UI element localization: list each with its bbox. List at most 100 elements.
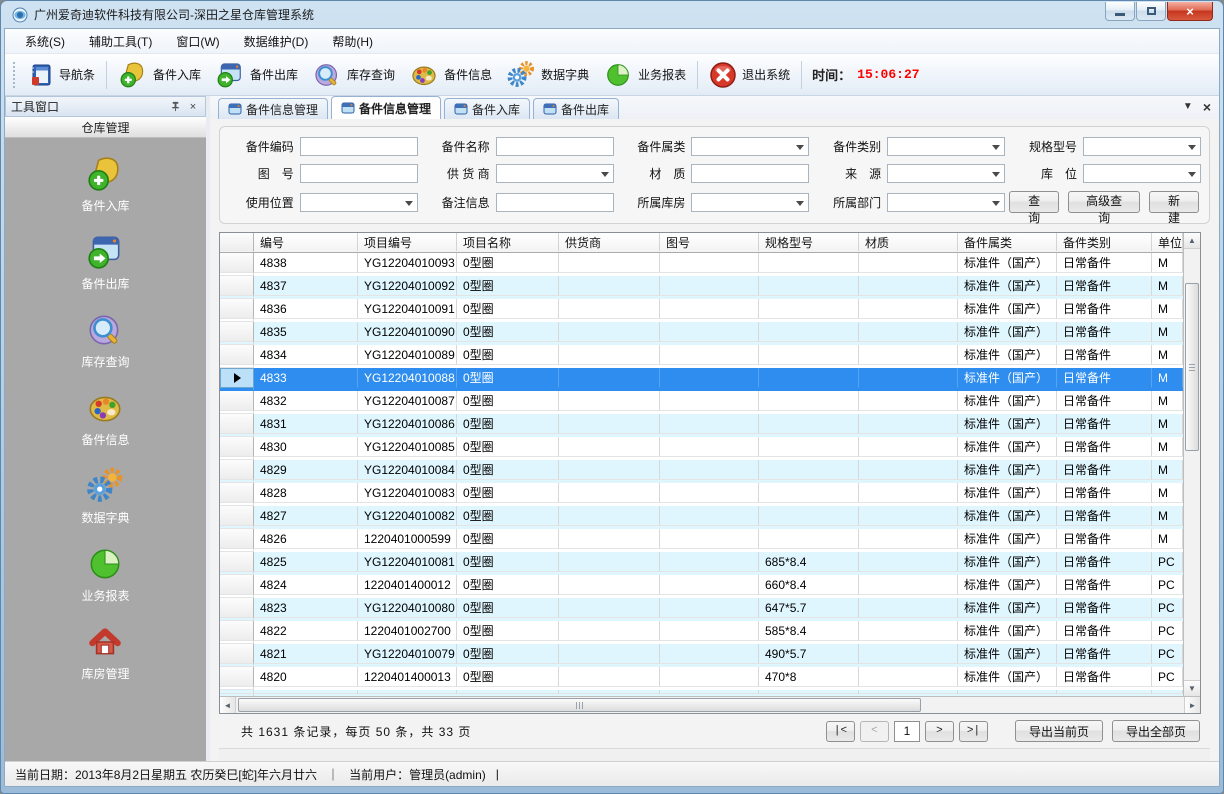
toolbar-button-stock-out[interactable]: 备件出库 (208, 57, 305, 93)
table-row[interactable]: 4821YG122040100790型圈490*5.7标准件（国产）日常备件PC (220, 644, 1183, 667)
grid-column-header[interactable]: 图号 (660, 233, 759, 251)
toolbar-button-stock-in[interactable]: 备件入库 (111, 57, 208, 93)
sidebar-item-stock-in[interactable]: 备件入库 (81, 154, 129, 214)
toolbar-button-parts-info[interactable]: 备件信息 (402, 57, 499, 93)
form-field-select[interactable] (691, 193, 809, 212)
table-row[interactable]: 4836YG122040100910型圈标准件（国产）日常备件M (220, 299, 1183, 322)
sidebar-item-inventory-query[interactable]: 库存查询 (81, 310, 129, 370)
table-row[interactable]: 4828YG122040100830型圈标准件（国产）日常备件M (220, 483, 1183, 506)
sidebar-group-header[interactable]: 仓库管理 (5, 117, 206, 138)
form-field-select[interactable] (887, 137, 1005, 156)
form-field-input[interactable] (300, 137, 418, 156)
table-row[interactable]: 482412204014000120型圈660*8.4标准件（国产）日常备件PC (220, 575, 1183, 598)
table-row[interactable]: 4838YG122040100930型圈标准件（国产）日常备件M (220, 253, 1183, 276)
table-row[interactable]: 4834YG122040100890型圈标准件（国产）日常备件M (220, 345, 1183, 368)
form-button-高级查询[interactable]: 高级查询 (1068, 191, 1140, 213)
form-field-select[interactable] (300, 193, 418, 212)
pin-icon[interactable] (168, 100, 182, 114)
grid-column-header[interactable]: 编号 (254, 233, 358, 251)
form-field-select[interactable] (496, 164, 614, 183)
table-row[interactable]: 4829YG122040100840型圈标准件（国产）日常备件M (220, 460, 1183, 483)
vertical-scrollbar[interactable]: ▲ ▼ (1183, 233, 1200, 696)
grid-column-header[interactable]: 单位 (1152, 233, 1183, 251)
table-row[interactable]: 4830YG122040100850型圈标准件（国产）日常备件M (220, 437, 1183, 460)
form-field-input[interactable] (496, 193, 614, 212)
grid-column-header[interactable]: 供货商 (559, 233, 660, 251)
form-button-查询[interactable]: 查询 (1009, 191, 1059, 213)
table-row[interactable]: 482012204014000130型圈470*8标准件（国产）日常备件PC (220, 667, 1183, 690)
vertical-scroll-thumb[interactable] (1185, 283, 1199, 451)
form-field-select[interactable] (887, 164, 1005, 183)
scroll-left-icon[interactable]: ◄ (220, 697, 236, 713)
toolbar-button-exit[interactable]: 退出系统 (702, 58, 797, 92)
scroll-down-icon[interactable]: ▼ (1184, 680, 1200, 696)
close-button[interactable]: × (1167, 2, 1213, 21)
form-field-select[interactable] (1083, 164, 1201, 183)
grid-column-header[interactable]: 备件属类 (958, 233, 1057, 251)
scroll-up-icon[interactable]: ▲ (1184, 233, 1200, 249)
table-row[interactable]: 482612204010005990型圈标准件（国产）日常备件M (220, 529, 1183, 552)
tabstrip-close-icon[interactable]: × (1203, 100, 1211, 114)
menu-item-2[interactable]: 辅助工具(T) (77, 29, 164, 54)
table-row[interactable]: 4835YG122040100900型圈标准件（国产）日常备件M (220, 322, 1183, 345)
minimize-button[interactable] (1105, 2, 1135, 21)
table-row[interactable]: 4833YG122040100880型圈标准件（国产）日常备件M (220, 368, 1183, 391)
toolbar-button-report[interactable]: 业务报表 (596, 57, 693, 93)
grid-column-header[interactable]: 项目名称 (457, 233, 559, 251)
menu-item-4[interactable]: 数据维护(D) (232, 29, 321, 54)
chevron-down-icon[interactable]: ▼ (1183, 102, 1193, 112)
table-cell: 0型圈 (457, 391, 559, 411)
horizontal-scroll-track[interactable] (236, 697, 1184, 713)
first-page-button[interactable]: |< (826, 721, 855, 742)
tab-strip: 备件信息管理备件信息管理备件入库备件出库 ▼ × (210, 96, 1219, 119)
current-page-input[interactable]: 1 (894, 721, 920, 742)
table-cell: 标准件（国产） (958, 460, 1057, 480)
horizontal-scroll-thumb[interactable] (238, 698, 921, 712)
form-button-新建[interactable]: 新建 (1149, 191, 1199, 213)
table-row[interactable]: 4831YG122040100860型圈标准件（国产）日常备件M (220, 414, 1183, 437)
table-row[interactable]: 4827YG122040100820型圈标准件（国产）日常备件M (220, 506, 1183, 529)
export-all-pages-button[interactable]: 导出全部页 (1112, 720, 1200, 742)
maximize-button[interactable] (1136, 2, 1166, 21)
prev-page-button[interactable]: < (860, 721, 889, 742)
form-field-input[interactable] (300, 164, 418, 183)
toolbar-button-inventory-query[interactable]: 库存查询 (305, 57, 402, 93)
tab-4[interactable]: 备件出库 (533, 98, 619, 119)
table-cell: 日常备件 (1057, 644, 1152, 664)
toolbar-button-navbar[interactable]: 导航条 (21, 59, 102, 91)
next-page-button[interactable]: > (925, 721, 954, 742)
tab-3[interactable]: 备件入库 (444, 98, 530, 119)
sidebar-item-report[interactable]: 业务报表 (81, 544, 129, 604)
grid-column-header[interactable]: 项目编号 (358, 233, 457, 251)
toolbar-button-data-dict[interactable]: 数据字典 (499, 57, 596, 93)
grid-column-header[interactable]: 材质 (859, 233, 958, 251)
table-row[interactable]: 482212204010027000型圈585*8.4标准件（国产）日常备件PC (220, 621, 1183, 644)
grid-column-header[interactable]: 备件类别 (1057, 233, 1152, 251)
tab-2-active[interactable]: 备件信息管理 (331, 96, 441, 119)
sidebar-close-icon[interactable]: × (186, 100, 200, 114)
form-field-input[interactable] (691, 164, 809, 183)
last-page-button[interactable]: >| (959, 721, 988, 742)
scroll-right-icon[interactable]: ► (1184, 697, 1200, 713)
table-row[interactable]: 4832YG122040100870型圈标准件（国产）日常备件M (220, 391, 1183, 414)
horizontal-scrollbar[interactable]: ◄ ► (220, 696, 1200, 713)
tab-1[interactable]: 备件信息管理 (218, 98, 328, 119)
form-field-select[interactable] (887, 193, 1005, 212)
sidebar-item-data-dict[interactable]: 数据字典 (81, 466, 129, 526)
menu-item-5[interactable]: 帮助(H) (320, 29, 385, 54)
form-field-input[interactable] (496, 137, 614, 156)
menu-item-3[interactable]: 窗口(W) (164, 29, 231, 54)
export-current-page-button[interactable]: 导出当前页 (1015, 720, 1103, 742)
table-cell: 标准件（国产） (958, 529, 1057, 549)
sidebar-item-warehouse[interactable]: 库房管理 (81, 622, 129, 682)
grid-column-header[interactable]: 规格型号 (759, 233, 859, 251)
sidebar-item-stock-out[interactable]: 备件出库 (81, 232, 129, 292)
sidebar-item-parts-info[interactable]: 备件信息 (81, 388, 129, 448)
table-row[interactable]: 4825YG122040100810型圈685*8.4标准件（国产）日常备件PC (220, 552, 1183, 575)
table-row[interactable]: 4837YG122040100920型圈标准件（国产）日常备件M (220, 276, 1183, 299)
form-field-select[interactable] (691, 137, 809, 156)
form-field-select[interactable] (1083, 137, 1201, 156)
table-row[interactable]: 4823YG122040100800型圈647*5.7标准件（国产）日常备件PC (220, 598, 1183, 621)
menu-item-1[interactable]: 系统(S) (13, 29, 77, 54)
toolbar-grip[interactable] (12, 61, 16, 89)
